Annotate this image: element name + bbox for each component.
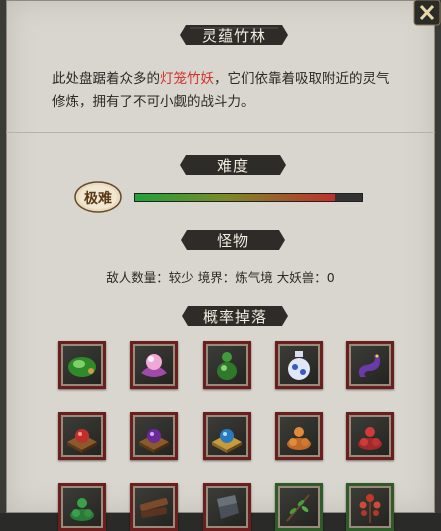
drops-heading: 概率掉落 bbox=[202, 307, 267, 326]
drop-item-slot[interactable] bbox=[130, 341, 178, 389]
stage-description: 此处盘踞着众多的灯笼竹妖，它们依靠着吸取附近的灵气修炼，拥有了不可小觑的战斗力。 bbox=[52, 68, 397, 114]
title-banner: 灵蕴竹林 bbox=[180, 22, 288, 48]
drop-item-slot[interactable] bbox=[346, 341, 394, 389]
drop-item-slot[interactable] bbox=[130, 412, 178, 460]
difficulty-level-label: 极难 bbox=[84, 191, 112, 207]
drop-item-slot[interactable] bbox=[275, 483, 323, 531]
monster-stats: 敌人数量：较少 境界：炼气境 大妖兽：0 bbox=[106, 270, 335, 285]
close-icon bbox=[413, 0, 441, 26]
close-button[interactable] bbox=[413, 0, 441, 26]
wooden-planks-icon bbox=[139, 497, 168, 518]
difficulty-heading: 难度 bbox=[216, 156, 249, 175]
stage-title: 灵蕴竹林 bbox=[201, 26, 266, 45]
herb-branch-icon bbox=[286, 494, 310, 522]
red-gem-on-pedestal-icon bbox=[67, 429, 97, 453]
green-gourd-icon bbox=[217, 352, 237, 380]
drop-item-slot[interactable] bbox=[346, 483, 394, 531]
section-divider bbox=[6, 132, 435, 133]
drops-banner: 概率掉落 bbox=[182, 303, 288, 329]
drop-item-slot[interactable] bbox=[275, 412, 323, 460]
blue-gem-on-pedestal-icon bbox=[212, 429, 242, 453]
drop-item-slot[interactable] bbox=[130, 483, 178, 531]
blue-porcelain-vase-icon bbox=[288, 351, 310, 380]
pink-pearl-lotus-icon bbox=[141, 354, 167, 377]
drop-item-slot[interactable] bbox=[58, 483, 106, 531]
dark-stone-block-icon bbox=[217, 495, 239, 519]
purple-serpent-icon bbox=[358, 354, 380, 377]
green-jade-orb-icon bbox=[68, 357, 96, 377]
drop-item-slot[interactable] bbox=[58, 341, 106, 389]
difficulty-banner: 难度 bbox=[180, 152, 286, 178]
red-herb-icon bbox=[359, 494, 381, 523]
description-highlight: 灯笼竹妖 bbox=[160, 71, 214, 87]
orange-ore-pile-icon bbox=[287, 427, 311, 450]
drop-item-slot[interactable] bbox=[346, 412, 394, 460]
green-ore-pile-icon bbox=[70, 498, 94, 521]
drop-item-slot[interactable] bbox=[203, 341, 251, 389]
right-edge bbox=[435, 0, 441, 513]
difficulty-bar-fill bbox=[135, 194, 335, 201]
drop-item-slot[interactable] bbox=[58, 412, 106, 460]
monsters-heading: 怪物 bbox=[216, 231, 249, 250]
drop-item-slot[interactable] bbox=[203, 483, 251, 531]
difficulty-bar bbox=[134, 193, 363, 202]
description-text: 此处盘踞着众多的 bbox=[52, 71, 160, 87]
difficulty-seal: 极难 bbox=[74, 180, 122, 213]
drop-item-slot[interactable] bbox=[275, 341, 323, 389]
purple-gem-on-pedestal-icon bbox=[139, 429, 169, 453]
red-ore-pile-icon bbox=[358, 427, 382, 450]
drop-item-slot[interactable] bbox=[203, 412, 251, 460]
monsters-banner: 怪物 bbox=[181, 227, 285, 253]
